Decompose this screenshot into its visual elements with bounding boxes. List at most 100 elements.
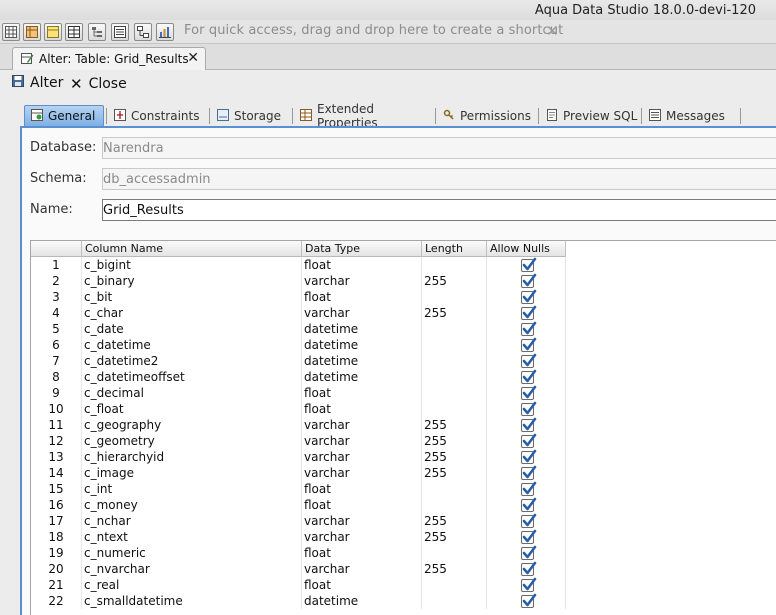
allow-nulls-checkbox[interactable] bbox=[521, 465, 537, 480]
allow-nulls-checkbox[interactable] bbox=[521, 385, 537, 400]
length-cell[interactable]: 255 bbox=[422, 561, 487, 577]
allow-nulls-checkbox[interactable] bbox=[521, 577, 537, 592]
tab-constraints[interactable]: Constraints bbox=[108, 105, 208, 127]
allow-nulls-checkbox[interactable] bbox=[521, 513, 537, 528]
column-name-cell[interactable]: c_numeric bbox=[82, 545, 302, 561]
table-row[interactable]: 11 c_geography varchar 255 bbox=[31, 417, 566, 433]
table-row[interactable]: 13 c_hierarchyid varchar 255 bbox=[31, 449, 566, 465]
table-row[interactable]: 1 c_bigint float bbox=[31, 257, 566, 273]
length-cell[interactable]: 255 bbox=[422, 449, 487, 465]
column-name-cell[interactable]: c_ntext bbox=[82, 529, 302, 545]
column-name-cell[interactable]: c_binary bbox=[82, 273, 302, 289]
length-cell[interactable] bbox=[422, 337, 487, 353]
table-yellow-icon[interactable] bbox=[44, 23, 62, 41]
table-row[interactable]: 15 c_int float bbox=[31, 481, 566, 497]
allow-nulls-checkbox[interactable] bbox=[521, 273, 537, 288]
allow-nulls-checkbox[interactable] bbox=[521, 433, 537, 448]
close-icon[interactable]: ✕ bbox=[546, 22, 559, 40]
data-type-cell[interactable]: datetime bbox=[302, 593, 422, 609]
table-row[interactable]: 4 c_char varchar 255 bbox=[31, 305, 566, 321]
column-name-cell[interactable]: c_float bbox=[82, 401, 302, 417]
allow-nulls-checkbox[interactable] bbox=[521, 449, 537, 464]
length-cell[interactable]: 255 bbox=[422, 433, 487, 449]
table-row[interactable]: 7 c_datetime2 datetime bbox=[31, 353, 566, 369]
length-cell[interactable] bbox=[422, 289, 487, 305]
column-name-cell[interactable]: c_datetimeoffset bbox=[82, 369, 302, 385]
data-type-cell[interactable]: float bbox=[302, 257, 422, 273]
tab-messages[interactable]: Messages bbox=[643, 105, 739, 127]
data-type-cell[interactable]: float bbox=[302, 481, 422, 497]
list-icon[interactable] bbox=[111, 23, 129, 41]
length-cell[interactable] bbox=[422, 257, 487, 273]
table-row[interactable]: 18 c_ntext varchar 255 bbox=[31, 529, 566, 545]
length-cell[interactable] bbox=[422, 577, 487, 593]
tab-general[interactable]: General bbox=[24, 105, 104, 127]
table-row[interactable]: 8 c_datetimeoffset datetime bbox=[31, 369, 566, 385]
data-type-cell[interactable]: datetime bbox=[302, 369, 422, 385]
column-name-cell[interactable]: c_image bbox=[82, 465, 302, 481]
grid-icon[interactable] bbox=[65, 23, 83, 41]
header-data-type[interactable]: Data Type bbox=[302, 241, 422, 257]
length-cell[interactable] bbox=[422, 321, 487, 337]
data-type-cell[interactable]: datetime bbox=[302, 353, 422, 369]
table-row[interactable]: 12 c_geometry varchar 255 bbox=[31, 433, 566, 449]
column-name-cell[interactable]: c_date bbox=[82, 321, 302, 337]
table-row[interactable]: 17 c_nchar varchar 255 bbox=[31, 513, 566, 529]
data-type-cell[interactable]: datetime bbox=[302, 337, 422, 353]
data-type-cell[interactable]: varchar bbox=[302, 561, 422, 577]
column-name-cell[interactable]: c_datetime bbox=[82, 337, 302, 353]
allow-nulls-checkbox[interactable] bbox=[521, 529, 537, 544]
length-cell[interactable] bbox=[422, 593, 487, 609]
column-name-cell[interactable]: c_money bbox=[82, 497, 302, 513]
header-length[interactable]: Length bbox=[422, 241, 487, 257]
column-name-cell[interactable]: c_decimal bbox=[82, 385, 302, 401]
table-row[interactable]: 3 c_bit float bbox=[31, 289, 566, 305]
data-type-cell[interactable]: datetime bbox=[302, 321, 422, 337]
grid-icon[interactable] bbox=[2, 23, 20, 41]
column-name-cell[interactable]: c_hierarchyid bbox=[82, 449, 302, 465]
table-row[interactable]: 5 c_date datetime bbox=[31, 321, 566, 337]
allow-nulls-checkbox[interactable] bbox=[521, 481, 537, 496]
allow-nulls-checkbox[interactable] bbox=[521, 289, 537, 304]
allow-nulls-checkbox[interactable] bbox=[521, 497, 537, 512]
column-name-cell[interactable]: c_int bbox=[82, 481, 302, 497]
data-type-cell[interactable]: varchar bbox=[302, 449, 422, 465]
column-name-cell[interactable]: c_geography bbox=[82, 417, 302, 433]
doc-tab-alter-table[interactable]: Alter: Table: Grid_Results ✕ bbox=[12, 47, 206, 70]
table-row[interactable]: 10 c_float float bbox=[31, 401, 566, 417]
data-type-cell[interactable]: varchar bbox=[302, 465, 422, 481]
length-cell[interactable]: 255 bbox=[422, 529, 487, 545]
table-row[interactable]: 22 c_smalldatetime datetime bbox=[31, 593, 566, 609]
data-type-cell[interactable]: float bbox=[302, 401, 422, 417]
data-type-cell[interactable]: float bbox=[302, 289, 422, 305]
allow-nulls-checkbox[interactable] bbox=[521, 353, 537, 368]
column-name-cell[interactable]: c_nvarchar bbox=[82, 561, 302, 577]
diagram-icon[interactable] bbox=[134, 23, 152, 41]
bar-chart-icon[interactable] bbox=[156, 23, 174, 41]
data-type-cell[interactable]: varchar bbox=[302, 417, 422, 433]
table-orange-icon[interactable] bbox=[23, 23, 41, 41]
tab-storage[interactable]: Storage bbox=[211, 105, 291, 127]
allow-nulls-checkbox[interactable] bbox=[521, 545, 537, 560]
data-type-cell[interactable]: varchar bbox=[302, 305, 422, 321]
length-cell[interactable] bbox=[422, 353, 487, 369]
data-type-cell[interactable]: float bbox=[302, 545, 422, 561]
column-name-cell[interactable]: c_bit bbox=[82, 289, 302, 305]
table-row[interactable]: 2 c_binary varchar 255 bbox=[31, 273, 566, 289]
length-cell[interactable]: 255 bbox=[422, 417, 487, 433]
allow-nulls-checkbox[interactable] bbox=[521, 369, 537, 384]
table-row[interactable]: 19 c_numeric float bbox=[31, 545, 566, 561]
table-row[interactable]: 14 c_image varchar 255 bbox=[31, 465, 566, 481]
allow-nulls-checkbox[interactable] bbox=[521, 401, 537, 416]
column-name-cell[interactable]: c_nchar bbox=[82, 513, 302, 529]
allow-nulls-checkbox[interactable] bbox=[521, 337, 537, 352]
name-input[interactable]: Grid_Results bbox=[102, 199, 776, 221]
data-type-cell[interactable]: varchar bbox=[302, 529, 422, 545]
column-name-cell[interactable]: c_smalldatetime bbox=[82, 593, 302, 609]
close-icon[interactable]: ✕ bbox=[187, 50, 199, 66]
length-cell[interactable] bbox=[422, 385, 487, 401]
data-type-cell[interactable]: float bbox=[302, 577, 422, 593]
length-cell[interactable]: 255 bbox=[422, 513, 487, 529]
allow-nulls-checkbox[interactable] bbox=[521, 305, 537, 320]
allow-nulls-checkbox[interactable] bbox=[521, 417, 537, 432]
